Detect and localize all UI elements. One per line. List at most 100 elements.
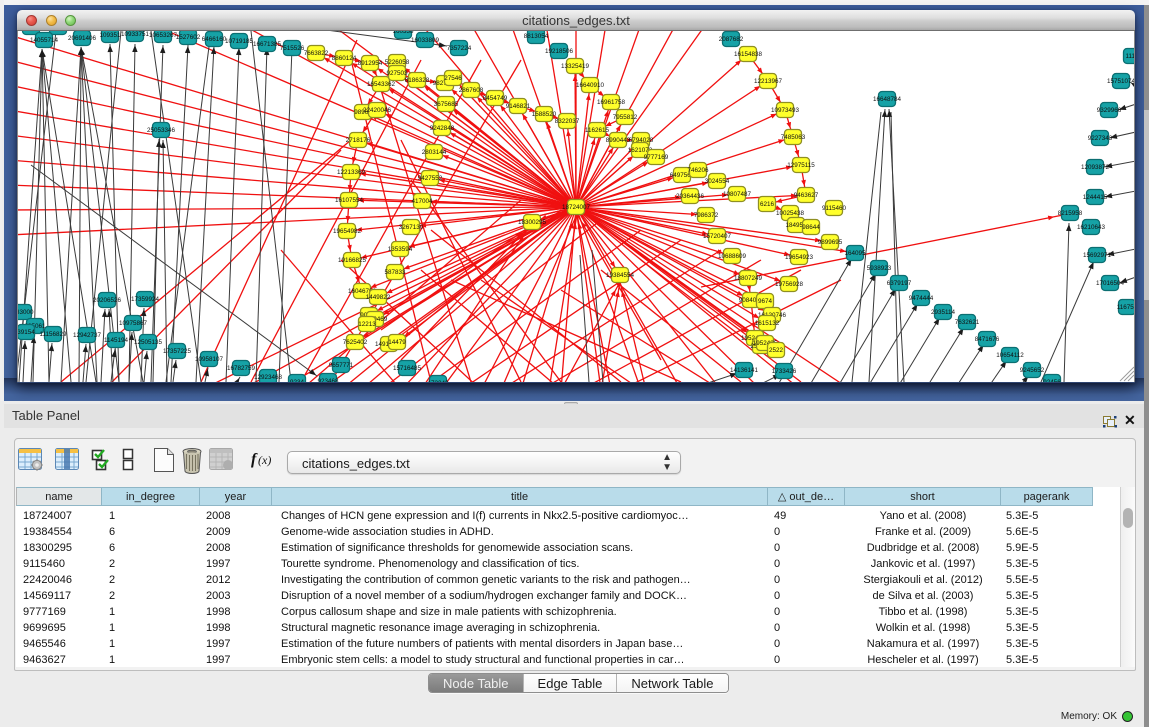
- svg-text:160338: 160338: [392, 31, 414, 35]
- svg-text:8215958: 8215958: [1058, 210, 1083, 217]
- svg-text:16543362: 16543362: [367, 81, 396, 88]
- svg-text:109351: 109351: [99, 32, 121, 39]
- svg-text:10973493: 10973493: [771, 107, 800, 114]
- svg-text:3675685: 3675685: [434, 101, 459, 108]
- svg-text:9227343: 9227343: [1088, 135, 1113, 142]
- svg-text:7632621: 7632621: [955, 319, 980, 326]
- svg-text:2867608: 2867608: [459, 87, 484, 94]
- svg-text:12505135: 12505135: [134, 339, 163, 346]
- svg-text:19654923: 19654923: [785, 254, 814, 261]
- svg-text:92456: 92456: [1043, 379, 1061, 382]
- svg-text:1588520: 1588520: [532, 111, 557, 118]
- svg-text:16033809: 16033809: [411, 37, 440, 44]
- svg-text:12213369: 12213369: [337, 169, 366, 176]
- svg-text:2718176: 2718176: [346, 137, 371, 144]
- svg-text:12213967: 12213967: [754, 78, 783, 85]
- svg-text:7955812: 7955812: [613, 114, 638, 121]
- svg-text:3024554: 3024554: [705, 178, 730, 185]
- svg-text:746206: 746206: [687, 167, 709, 174]
- svg-text:6216: 6216: [760, 201, 775, 208]
- svg-text:173342: 173342: [427, 380, 449, 382]
- svg-text:98644: 98644: [802, 224, 820, 231]
- svg-text:15720407: 15720407: [703, 233, 732, 240]
- svg-text:1244415: 1244415: [1083, 194, 1108, 201]
- svg-text:2087682: 2087682: [719, 36, 744, 43]
- svg-text:2935114: 2935114: [931, 309, 956, 316]
- svg-text:10958107: 10958107: [195, 356, 224, 363]
- svg-text:8322037: 8322037: [555, 118, 580, 125]
- svg-text:17016504: 17016504: [1096, 280, 1125, 287]
- svg-text:9474444: 9474444: [909, 295, 934, 302]
- svg-text:19166825: 19166825: [338, 257, 367, 264]
- svg-text:6466160: 6466160: [202, 36, 227, 43]
- svg-text:16640910: 16640910: [576, 82, 605, 89]
- svg-text:1527602: 1527602: [176, 34, 201, 41]
- svg-text:6379197: 6379197: [887, 280, 912, 287]
- svg-text:7663822: 7663822: [304, 50, 329, 57]
- svg-text:923468: 923468: [317, 378, 339, 382]
- svg-text:417004: 417004: [411, 198, 433, 205]
- svg-text:12923468: 12923468: [254, 374, 283, 381]
- svg-text:12213: 12213: [358, 321, 376, 328]
- svg-text:14479: 14479: [388, 339, 406, 346]
- svg-text:20206526: 20206526: [93, 297, 122, 304]
- svg-text:11156829: 11156829: [39, 331, 67, 338]
- svg-text:10688609: 10688609: [718, 253, 747, 260]
- svg-text:19218506: 19218506: [545, 48, 574, 55]
- svg-text:933000: 933000: [18, 309, 34, 316]
- svg-text:10933751: 10933751: [121, 31, 150, 38]
- svg-text:12942737: 12942737: [73, 332, 102, 339]
- svg-text:10653267: 10653267: [149, 32, 178, 39]
- svg-text:164095: 164095: [844, 250, 866, 257]
- svg-text:16210643: 16210643: [1077, 224, 1106, 231]
- svg-text:16671385: 16671385: [253, 41, 282, 48]
- svg-text:2803144: 2803144: [422, 149, 447, 156]
- svg-text:927503: 927503: [386, 70, 408, 77]
- svg-text:17359924: 17359924: [131, 296, 160, 303]
- svg-text:16782759: 16782759: [227, 365, 256, 372]
- svg-text:1145194: 1145194: [104, 337, 129, 344]
- svg-text:116753: 116753: [1117, 304, 1135, 311]
- svg-text:16154838: 16154838: [734, 51, 763, 58]
- svg-text:9329966: 9329966: [1097, 107, 1122, 114]
- svg-text:10807487: 10807487: [723, 191, 752, 198]
- svg-text:16107554: 16107554: [335, 197, 364, 204]
- svg-text:17357225: 17357225: [163, 348, 192, 355]
- svg-text:f: f: [251, 451, 258, 468]
- svg-text:14055714: 14055714: [30, 37, 59, 44]
- svg-text:9427552: 9427552: [418, 175, 443, 182]
- svg-text:7357224: 7357224: [447, 45, 472, 52]
- svg-text:1615132: 1615132: [755, 320, 780, 327]
- svg-text:15716485: 15716485: [393, 365, 422, 372]
- svg-text:8471676: 8471676: [975, 336, 1000, 343]
- svg-text:7515526: 7515526: [280, 45, 305, 52]
- svg-text:9234: 9234: [290, 379, 305, 382]
- svg-text:9463627: 9463627: [794, 192, 819, 199]
- svg-text:9657771: 9657771: [329, 362, 354, 369]
- svg-text:20364436: 20364436: [676, 193, 705, 200]
- svg-text:25053346: 25053346: [147, 127, 176, 134]
- svg-text:16648784: 16648784: [873, 96, 902, 103]
- svg-text:9146821: 9146821: [506, 103, 531, 110]
- svg-text:19654982: 19654982: [333, 228, 362, 235]
- svg-text:15751074: 15751074: [1107, 78, 1135, 85]
- svg-text:13325419: 13325419: [561, 63, 590, 70]
- svg-text:3267130: 3267130: [399, 224, 424, 231]
- svg-text:12093872: 12093872: [1081, 164, 1110, 171]
- svg-text:18724007: 18724007: [562, 204, 591, 211]
- svg-text:15692971: 15692971: [1083, 252, 1112, 259]
- svg-text:9777169: 9777169: [644, 154, 669, 161]
- svg-text:9899695: 9899695: [818, 239, 843, 246]
- svg-text:18807249: 18807249: [734, 275, 763, 282]
- svg-text:9674: 9674: [758, 298, 773, 305]
- svg-text:10975867: 10975867: [119, 320, 148, 327]
- svg-text:27546: 27546: [444, 75, 462, 82]
- svg-text:1162615: 1162615: [585, 127, 610, 134]
- svg-text:(x): (x): [258, 453, 271, 467]
- svg-text:7485063: 7485063: [781, 134, 806, 141]
- svg-text:1449822: 1449822: [366, 294, 391, 301]
- svg-text:8912954: 8912954: [358, 60, 383, 67]
- svg-text:19756928: 19756928: [775, 281, 804, 288]
- svg-text:10025438: 10025438: [776, 210, 805, 217]
- svg-text:8813054: 8813054: [524, 33, 549, 40]
